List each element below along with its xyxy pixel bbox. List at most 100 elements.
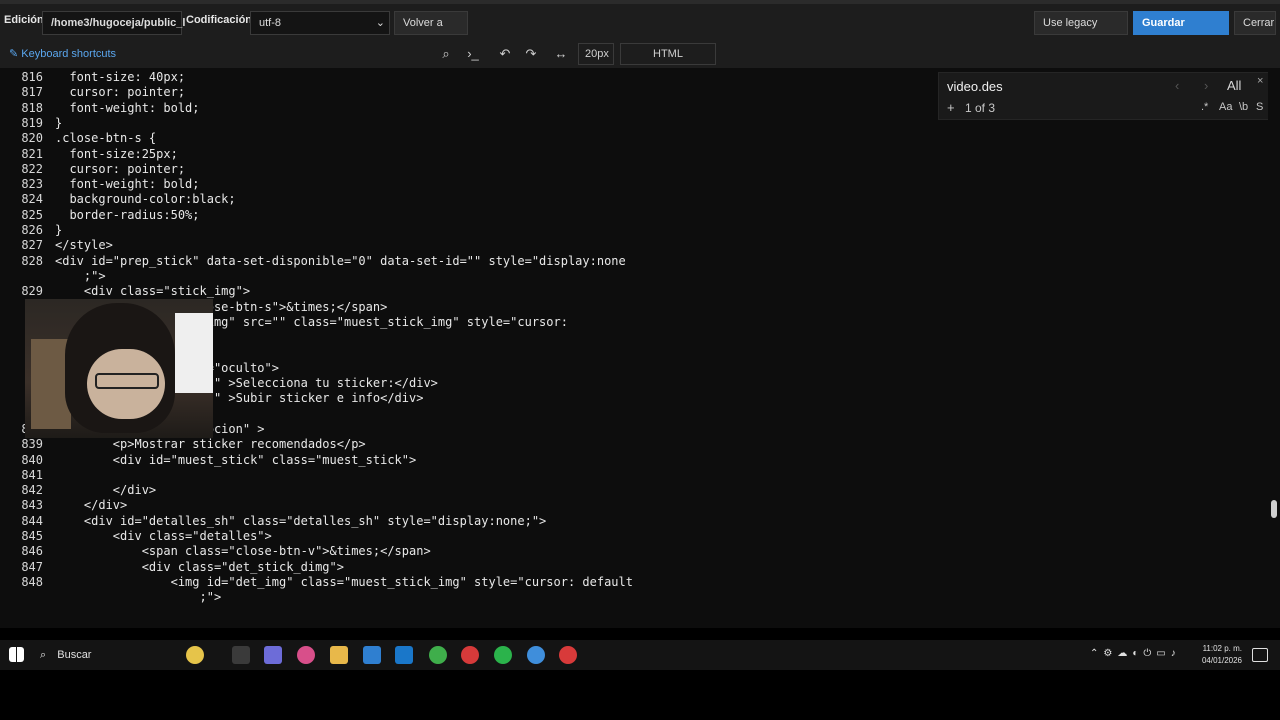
selection-option[interactable]: S xyxy=(1256,101,1263,113)
code-line[interactable]: .close-btn-s { xyxy=(55,131,156,145)
encoding-label: Codificación: xyxy=(186,14,256,26)
scrollbar-thumb[interactable] xyxy=(1271,500,1277,518)
terminal-icon[interactable]: ›_ xyxy=(461,43,485,65)
code-line[interactable]: font-weight: bold; xyxy=(55,101,199,115)
outlook-icon[interactable] xyxy=(395,646,413,664)
line-number: 819 xyxy=(21,115,43,130)
code-line[interactable]: <div id="detalles_sh" class="detalles_sh… xyxy=(55,514,546,528)
browser-icon[interactable] xyxy=(559,646,577,664)
system-tray-icons[interactable]: ⌃⚙☁◐⏻▭♪ xyxy=(1090,648,1181,659)
line-number: 839 xyxy=(21,437,43,452)
line-number: 826 xyxy=(21,223,43,237)
whatsapp-icon[interactable] xyxy=(494,646,512,664)
undo-icon[interactable]: ↶ xyxy=(493,43,517,65)
code-line[interactable]: <img id="det_img" class="muest_stick_img… xyxy=(55,575,633,589)
code-line[interactable]: </div> xyxy=(55,498,127,512)
file-explorer-icon[interactable] xyxy=(330,646,348,664)
chrome-icon[interactable] xyxy=(429,646,447,664)
search-icon: ⌕ xyxy=(40,649,47,661)
line-number: 824 xyxy=(21,192,43,207)
vertical-scrollbar[interactable] xyxy=(1268,68,1280,628)
encoding-select[interactable]: utf-8 ⌄ xyxy=(250,11,390,35)
glasses-icon xyxy=(95,373,159,389)
webcam-overlay xyxy=(25,299,213,438)
code-line[interactable]: background-color:black; xyxy=(55,192,235,206)
code-line[interactable]: } xyxy=(55,116,62,130)
line-number: 822 xyxy=(21,161,43,176)
line-number: 818 xyxy=(21,100,43,115)
line-number: 829 xyxy=(21,284,43,299)
line-number: 842 xyxy=(21,483,43,498)
editor-toolbar: ✎ Keyboard shortcuts ⌕ ›_ ↶ ↷ ↔ 20px HTM… xyxy=(0,40,1280,68)
clock[interactable]: 11:02 p. m. 04/01/2026 xyxy=(1202,643,1242,667)
app-red-icon[interactable] xyxy=(461,646,479,664)
search-icon[interactable]: ⌕ xyxy=(434,43,458,65)
code-line[interactable]: </div> xyxy=(55,483,156,497)
code-line[interactable]: border-radius:50%; xyxy=(55,208,199,222)
code-line[interactable]: <p>Mostrar sticker recomendados</p> xyxy=(55,437,366,451)
line-number: 828 xyxy=(21,253,43,268)
redo-icon[interactable]: ↷ xyxy=(519,43,543,65)
webcam-wall xyxy=(175,313,213,393)
code-line[interactable]: <div class="detalles"> xyxy=(55,529,272,543)
encoding-value: utf-8 xyxy=(259,17,282,29)
code-line[interactable]: cursor: pointer; xyxy=(55,85,185,99)
taskbar: ⌕ Buscar ⌃⚙☁◐⏻▭♪ 11:02 p. m. 04/01/2026 xyxy=(0,640,1280,670)
code-line[interactable]: <div id="muest_stick" class="muest_stick… xyxy=(55,453,416,467)
editor-topbar: Edición: /home3/hugoceja/public_l Codifi… xyxy=(0,0,1280,51)
match-count: 1 of 3 xyxy=(965,101,996,115)
keyboard-shortcuts-link[interactable]: ✎ Keyboard shortcuts xyxy=(9,47,116,60)
close-icon[interactable]: × xyxy=(1257,75,1263,87)
code-line[interactable]: ;"> xyxy=(55,269,106,283)
plus-icon[interactable]: + xyxy=(947,100,955,115)
code-line[interactable]: </style> xyxy=(55,238,113,252)
line-number: 823 xyxy=(21,177,43,192)
chevron-left-icon[interactable]: ‹ xyxy=(1175,78,1179,93)
line-number: 816 xyxy=(21,70,43,84)
copilot-app-icon[interactable] xyxy=(297,646,315,664)
start-icon[interactable] xyxy=(9,647,24,662)
line-number: 845 xyxy=(21,529,43,543)
line-number: 844 xyxy=(21,513,43,528)
code-line[interactable]: ;"> xyxy=(55,590,221,604)
store-icon[interactable] xyxy=(363,646,381,664)
code-line[interactable]: <div class="stick_img"> xyxy=(55,284,250,298)
word-option[interactable]: \b xyxy=(1239,101,1248,113)
edit-label: Edición: xyxy=(4,14,48,26)
line-number: 846 xyxy=(21,544,43,559)
file-path-field[interactable]: /home3/hugoceja/public_l xyxy=(42,11,185,35)
chrome-profile-icon[interactable] xyxy=(527,646,545,664)
line-number: 843 xyxy=(21,498,43,513)
code-line[interactable]: font-size: 40px; xyxy=(55,70,185,84)
code-line[interactable]: font-size:25px; xyxy=(55,147,177,161)
line-number: 847 xyxy=(21,559,43,574)
task-view-icon[interactable] xyxy=(232,646,250,664)
search-input[interactable]: video.des xyxy=(947,79,1003,94)
code-line[interactable]: <div id="prep_stick" data-set-disponible… xyxy=(55,254,626,268)
case-option[interactable]: Aa xyxy=(1219,101,1232,113)
code-line[interactable]: } xyxy=(55,223,62,237)
line-number: 841 xyxy=(21,467,43,482)
close-button[interactable]: Cerrar xyxy=(1234,11,1276,35)
find-all-button[interactable]: All xyxy=(1227,78,1241,93)
regex-option[interactable]: .* xyxy=(1201,101,1208,113)
code-line[interactable]: <span class="close-btn-v">&times;</span> xyxy=(55,544,431,558)
line-number: 827 xyxy=(21,238,43,253)
teams-icon[interactable] xyxy=(264,646,282,664)
line-number: 817 xyxy=(21,85,43,100)
language-mode-select[interactable]: HTML xyxy=(620,43,716,65)
copilot-icon[interactable] xyxy=(186,646,204,664)
line-number: 820 xyxy=(21,131,43,146)
legacy-editor-button[interactable]: Use legacy editor xyxy=(1034,11,1128,51)
notifications-icon[interactable] xyxy=(1252,648,1268,662)
code-line[interactable]: font-weight: bold; xyxy=(55,177,199,191)
reopen-button[interactable]: Volver a abrir xyxy=(394,11,468,51)
code-line[interactable]: <div class="det_stick_dimg"> xyxy=(55,560,344,574)
line-number: 821 xyxy=(21,146,43,161)
save-button[interactable]: Guardar cambios xyxy=(1133,11,1229,51)
chevron-right-icon[interactable]: › xyxy=(1204,78,1208,93)
code-line[interactable]: cursor: pointer; xyxy=(55,162,185,176)
font-size-select[interactable]: 20px xyxy=(578,43,614,65)
wrap-icon[interactable]: ↔ xyxy=(549,43,573,65)
edit-icon: ✎ xyxy=(9,48,19,60)
